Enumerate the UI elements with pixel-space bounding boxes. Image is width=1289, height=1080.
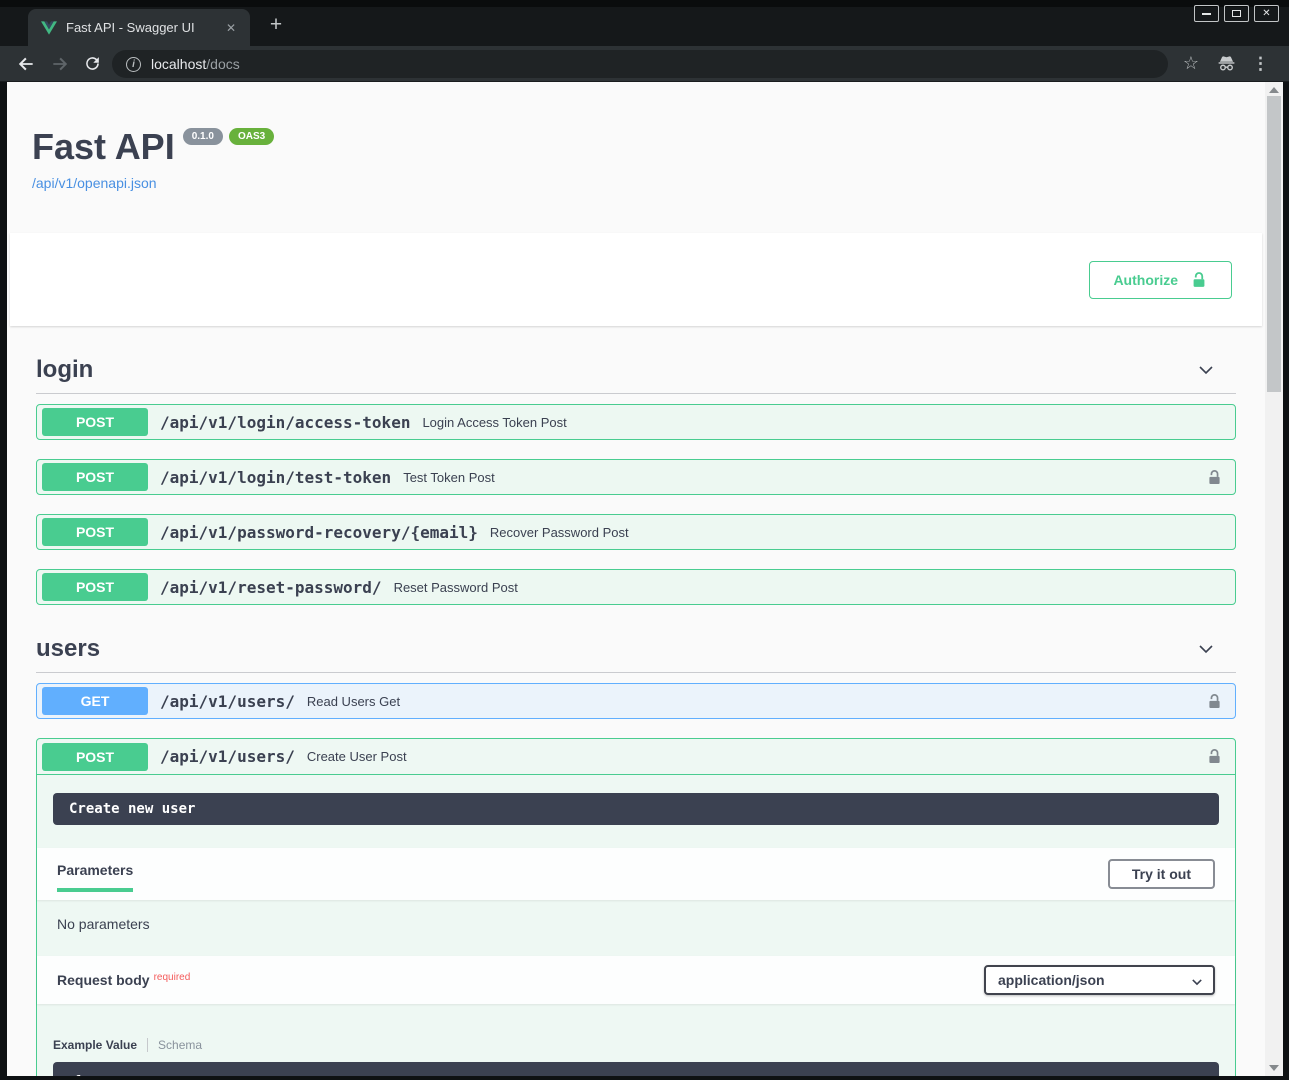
endpoint-path: /api/v1/users/ (160, 692, 295, 711)
endpoint-path: /api/v1/reset-password/ (160, 578, 382, 597)
tab-close-icon[interactable]: ✕ (222, 19, 240, 37)
request-body-header: Request bodyrequired application/json (37, 956, 1235, 1004)
page-title: Fast API (32, 126, 175, 168)
oas-badge: OAS3 (229, 128, 274, 145)
required-label: required (154, 972, 191, 983)
authorize-button[interactable]: Authorize (1089, 261, 1232, 299)
endpoint-summary: Reset Password Post (394, 580, 518, 595)
endpoint-row[interactable]: POST /api/v1/password-recovery/{email} R… (36, 514, 1236, 550)
scrollbar-thumb[interactable] (1267, 96, 1281, 392)
window-close-button[interactable]: ✕ (1254, 5, 1279, 22)
unlocked-padlock-icon[interactable] (1206, 747, 1223, 766)
endpoint-row[interactable]: POST /api/v1/reset-password/ Reset Passw… (36, 569, 1236, 605)
new-tab-button[interactable]: + (262, 13, 290, 37)
endpoint-expanded: POST /api/v1/users/ Create User Post Cre… (36, 738, 1236, 1076)
endpoint-summary: Create User Post (307, 749, 407, 764)
page-scrollbar[interactable] (1265, 82, 1283, 1076)
method-badge: POST (42, 573, 148, 601)
page-info-icon[interactable]: i (126, 57, 141, 72)
endpoint-summary: Login Access Token Post (422, 415, 566, 430)
scheme-container: Authorize (10, 233, 1262, 326)
incognito-icon (1216, 53, 1237, 74)
window-top-edge (0, 0, 1289, 7)
bookmark-star-icon[interactable]: ☆ (1183, 53, 1199, 73)
chevron-down-icon[interactable] (1196, 360, 1216, 380)
endpoint-row[interactable]: POST /api/v1/users/ Create User Post (37, 739, 1235, 775)
vue-favicon-icon (41, 21, 57, 35)
browser-toolbar: i localhost/docs ☆ ⋮ (0, 46, 1289, 82)
maximize-icon (1232, 10, 1241, 17)
endpoint-path: /api/v1/password-recovery/{email} (160, 523, 478, 542)
example-area: Example Value Schema { (37, 1004, 1235, 1076)
unlocked-padlock-icon[interactable] (1206, 692, 1223, 711)
endpoint-row[interactable]: POST /api/v1/login/test-token Test Token… (36, 459, 1236, 495)
try-it-out-button[interactable]: Try it out (1108, 859, 1215, 889)
scroll-down-icon[interactable] (1269, 1065, 1279, 1071)
tab-title: Fast API - Swagger UI (66, 20, 213, 35)
example-code-block: { (53, 1062, 1219, 1076)
method-badge: POST (42, 408, 148, 436)
parameters-header: Parameters Try it out (37, 848, 1235, 900)
swagger-page: Fast API 0.1.0 OAS3 /api/v1/openapi.json A… (7, 82, 1283, 1076)
chevron-down-icon (1190, 975, 1204, 989)
section-header-login[interactable]: login (36, 350, 1236, 394)
tab-example-value[interactable]: Example Value (53, 1038, 147, 1052)
request-body-label: Request bodyrequired (57, 972, 190, 988)
url-path: /docs (206, 56, 239, 72)
api-info: Fast API 0.1.0 OAS3 /api/v1/openapi.json (7, 82, 1265, 191)
back-button[interactable] (16, 54, 36, 74)
endpoint-summary: Test Token Post (403, 470, 495, 485)
chevron-down-icon[interactable] (1196, 639, 1216, 659)
tab-schema[interactable]: Schema (147, 1038, 202, 1052)
tab-parameters[interactable]: Parameters (57, 856, 133, 892)
media-type-value: application/json (998, 972, 1105, 988)
reload-button[interactable] (83, 54, 103, 74)
unlocked-padlock-icon[interactable] (1206, 468, 1223, 487)
browser-tab[interactable]: Fast API - Swagger UI ✕ (28, 9, 250, 46)
minimize-icon (1202, 13, 1211, 15)
endpoint-summary: Read Users Get (307, 694, 400, 709)
method-badge: GET (42, 687, 148, 715)
no-parameters-text: No parameters (37, 900, 1235, 956)
window-maximize-button[interactable] (1224, 5, 1249, 22)
media-type-select[interactable]: application/json (984, 965, 1215, 995)
method-badge: POST (42, 463, 148, 491)
forward-button[interactable] (50, 54, 70, 74)
endpoint-path: /api/v1/login/test-token (160, 468, 391, 487)
section-title: users (36, 635, 100, 663)
browser-menu-icon[interactable]: ⋮ (1252, 53, 1269, 74)
window-minimize-button[interactable] (1194, 5, 1219, 22)
section-header-users[interactable]: users (36, 629, 1236, 673)
scroll-up-icon[interactable] (1269, 87, 1279, 93)
endpoint-row[interactable]: POST /api/v1/login/access-token Login Ac… (36, 404, 1236, 440)
endpoint-row[interactable]: GET /api/v1/users/ Read Users Get (36, 683, 1236, 719)
version-badge: 0.1.0 (183, 128, 223, 145)
endpoint-summary: Recover Password Post (490, 525, 629, 540)
operation-description: Create new user (53, 793, 1219, 825)
url-host: localhost (151, 56, 206, 72)
authorize-label: Authorize (1113, 272, 1178, 288)
method-badge: POST (42, 743, 148, 771)
endpoint-path: /api/v1/users/ (160, 747, 295, 766)
address-bar[interactable]: i localhost/docs (112, 50, 1168, 78)
openapi-spec-link[interactable]: /api/v1/openapi.json (32, 175, 1240, 191)
section-title: login (36, 356, 93, 384)
endpoint-path: /api/v1/login/access-token (160, 413, 410, 432)
unlocked-padlock-icon (1190, 270, 1208, 290)
browser-tab-strip: Fast API - Swagger UI ✕ + ✕ (0, 0, 1289, 46)
method-badge: POST (42, 518, 148, 546)
